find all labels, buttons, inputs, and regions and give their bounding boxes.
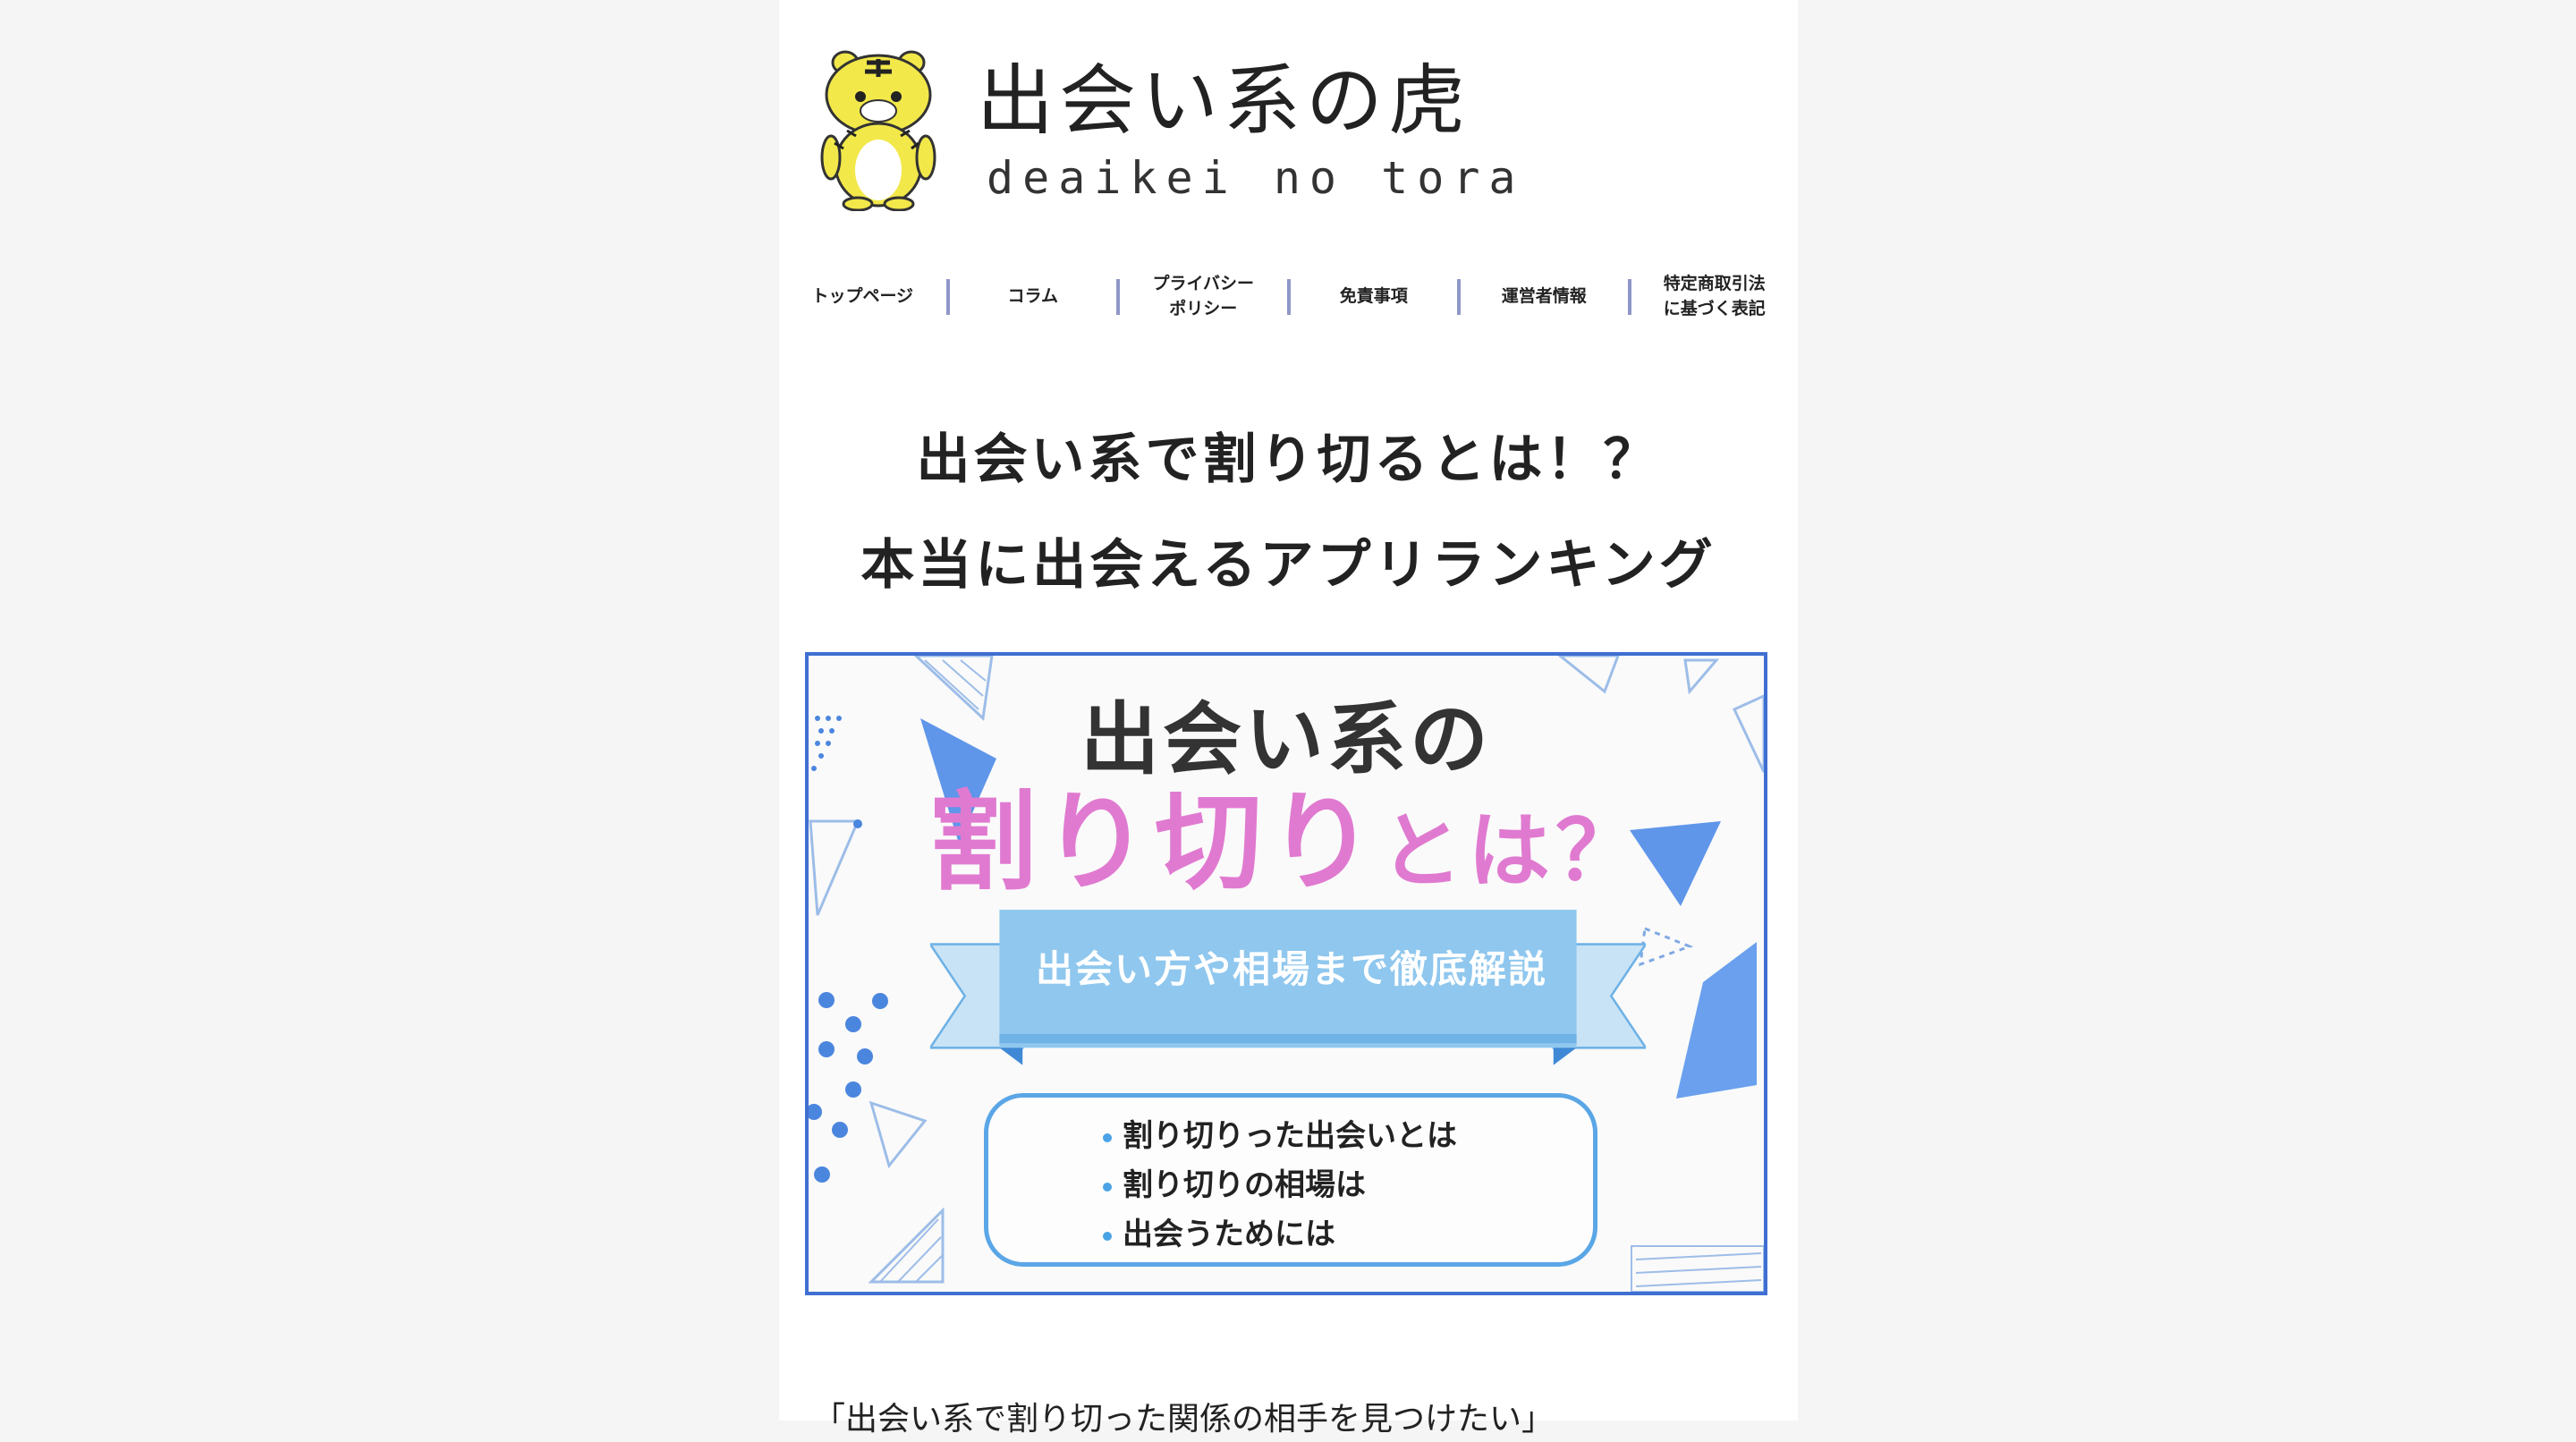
- nav-item-disclaimer[interactable]: 免責事項: [1291, 268, 1458, 326]
- nav-item-commercial-law[interactable]: 特定商取引法 に基づく表記: [1631, 268, 1799, 326]
- site-subtitle: deaikei no tora: [987, 152, 1525, 204]
- page-content: 出会い系の虎 deaikei no tora トップページ コラム プライバシー…: [779, 0, 1798, 1438]
- eyecatch-banner: 出会い系の 割り切りとは？ 出会い方や相場まで徹底解説 割り切りった出会いとは …: [805, 652, 1767, 1295]
- banner-highlight-main: 割り切り: [928, 781, 1380, 905]
- nav-item-operator-info[interactable]: 運営者情報: [1461, 268, 1628, 326]
- nav-item-column[interactable]: コラム: [950, 268, 1117, 326]
- point-item: 出会うためには: [1103, 1210, 1457, 1260]
- article-title-line2: 本当に出会えるアプリランキング: [860, 534, 1716, 597]
- banner-highlight: 割り切りとは？: [809, 790, 1764, 897]
- global-nav: トップページ コラム プライバシー ポリシー 免責事項 運営者情報 特定商取引法…: [779, 268, 1798, 326]
- nav-item-privacy-policy[interactable]: プライバシー ポリシー: [1120, 268, 1287, 326]
- banner-highlight-suffix: とは？: [1379, 803, 1643, 899]
- banner-heading: 出会い系の: [1080, 693, 1492, 785]
- points-list: 割り切りった出会いとは 割り切りの相場は 出会うためには: [1103, 1112, 1457, 1260]
- ribbon-text: 出会い方や相場まで徹底解説: [1035, 947, 1547, 991]
- point-item: 割り切りった出会いとは: [1103, 1112, 1457, 1161]
- article-intro-text: 「出会い系で割り切った関係の相手を見つけたい」: [813, 1401, 1555, 1438]
- site-title: 出会い系の虎: [977, 56, 1470, 146]
- article-title: 出会い系で割り切るとは！？ 本当に出会えるアプリランキング: [779, 407, 1798, 618]
- site-logo-link[interactable]: 出会い系の虎 deaikei no tora: [811, 50, 1516, 211]
- point-item: 割り切りの相場は: [1103, 1161, 1457, 1210]
- nav-item-top[interactable]: トップページ: [779, 268, 946, 326]
- article-title-line1: 出会い系で割り切るとは！？: [916, 428, 1661, 491]
- tiger-mascot-icon: [820, 50, 936, 211]
